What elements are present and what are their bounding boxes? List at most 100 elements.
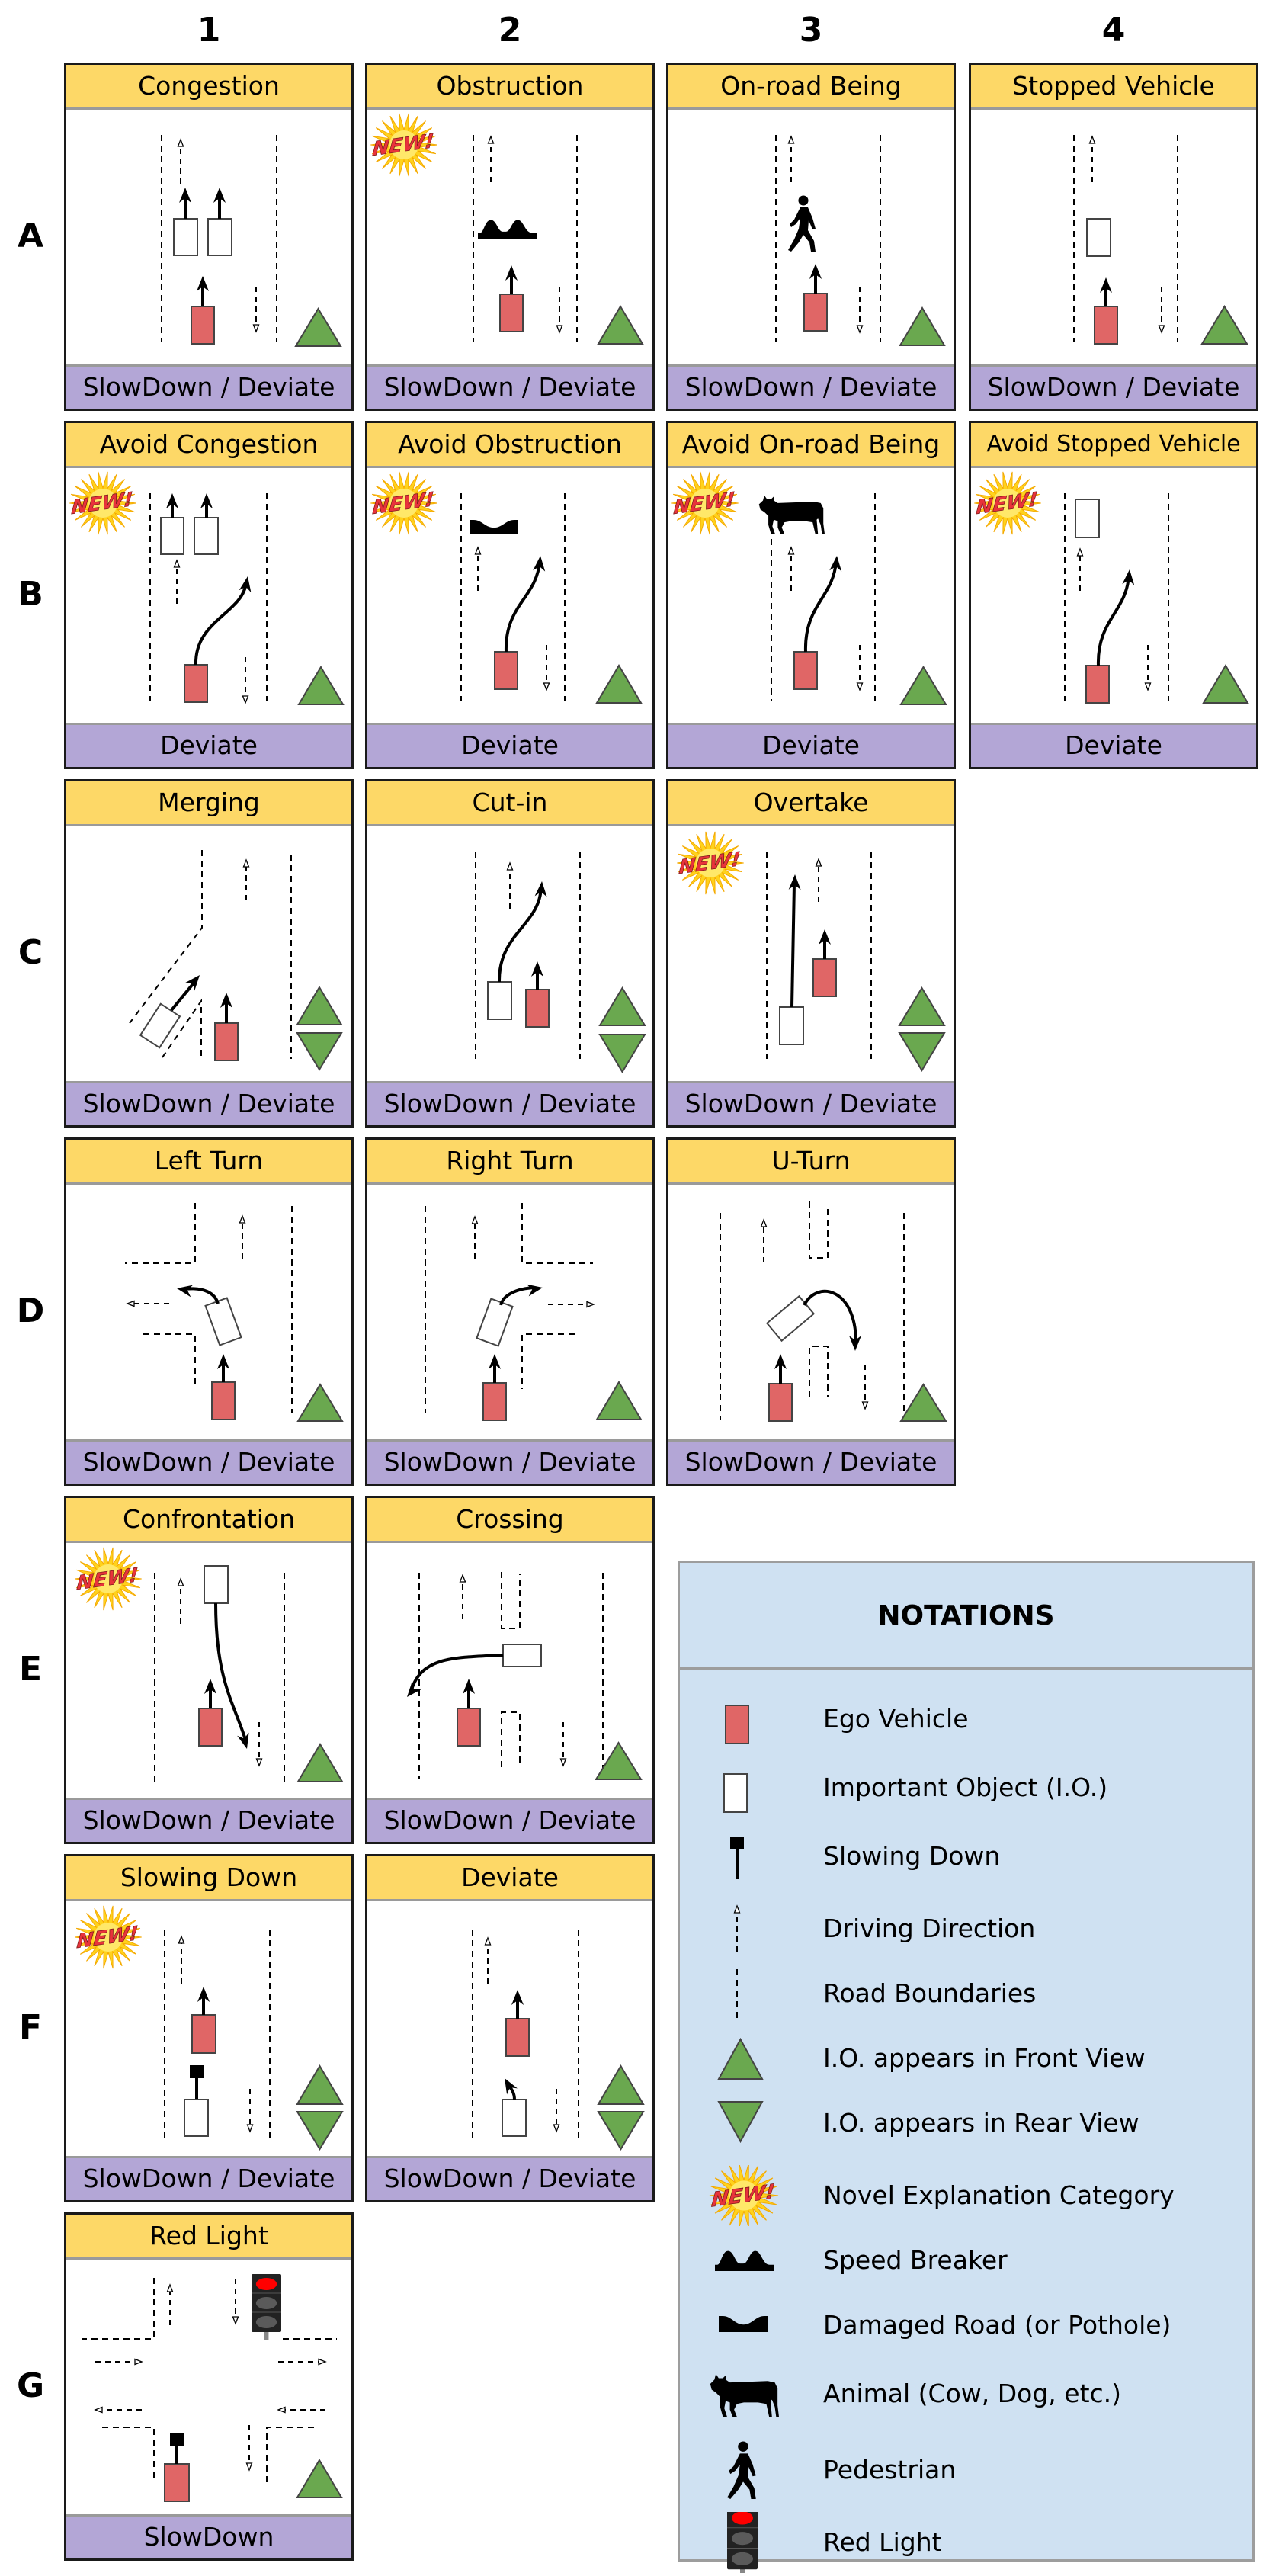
driving-direction-arrowhead <box>733 1904 741 1914</box>
icon-elements <box>727 2441 756 2499</box>
driving-direction-arrowhead <box>459 1574 466 1583</box>
new-badge-icon: NEW! <box>709 2163 779 2228</box>
road-boundary-icon-svg <box>736 1969 738 2019</box>
scenario-action: SlowDown / Deviate <box>367 1081 652 1125</box>
icon-elements <box>717 2101 764 2144</box>
amber-lamp <box>732 2532 753 2546</box>
front-view-triangle-icon <box>297 666 345 705</box>
ego-vehicle-icon <box>768 1383 793 1422</box>
notation-label: Important Object (I.O.) <box>823 1772 1108 1802</box>
scenario-diagram: NEW! <box>66 1543 351 1800</box>
scenario-diagram-svg <box>1073 135 1248 345</box>
scenario-diagram <box>668 1185 954 1442</box>
scenario-card-c2: Cut-in SlowDown / Deviate <box>365 779 655 1128</box>
slowing-down-icon <box>190 2065 204 2078</box>
slowing-down-icon <box>170 2433 184 2446</box>
road-boundary <box>125 1203 196 1264</box>
rear-view-triangle-icon <box>597 2111 645 2151</box>
front-view-triangle-icon <box>899 1383 947 1422</box>
driving-direction-arrowhead <box>232 2316 239 2325</box>
diagram-elements: NEW! <box>974 471 1249 704</box>
diagram-elements <box>1073 135 1248 345</box>
notation-item-speed-breaker: Speed Breaker <box>680 2230 1252 2291</box>
road-boundary <box>521 1203 593 1264</box>
scenario-diagram-svg: NEW! <box>75 1905 344 2151</box>
front-view-triangle-icon <box>695 2028 779 2089</box>
scenario-action: SlowDown / Deviate <box>367 364 652 409</box>
diagram-elements <box>720 1201 947 1422</box>
notation-item-important-object: Important Object (I.O.) <box>680 1757 1252 1818</box>
notation-item-road-boundary: Road Boundaries <box>680 1963 1252 2024</box>
ego-vehicle-icon <box>457 1708 481 1747</box>
red-light-icon <box>727 2507 758 2576</box>
notations-title: NOTATIONS <box>680 1563 1252 1670</box>
notation-item-slowing-down: Slowing Down <box>680 1826 1252 1887</box>
scenario-action: SlowDown / Deviate <box>66 364 351 409</box>
diagram-elements: NEW! <box>75 1547 344 1782</box>
notation-item-front-view-triangle: I.O. appears in Front View <box>680 2028 1252 2089</box>
driving-direction-arrowhead <box>255 1758 263 1767</box>
ego-vehicle-icon <box>164 2463 190 2502</box>
scenario-diagram-svg <box>125 1203 344 1422</box>
diagram-elements <box>129 850 343 1071</box>
driving-direction-arrowhead <box>134 2358 143 2366</box>
important-object-icon <box>184 2099 209 2137</box>
icon-elements <box>730 1837 744 1879</box>
slowing-down-icon <box>695 1826 779 1887</box>
scenario-title: Left Turn <box>66 1140 351 1185</box>
scenario-diagram-svg <box>161 135 342 347</box>
front-view-triangle-icon <box>899 306 946 346</box>
important-object-icon <box>204 1297 242 1346</box>
front-view-triangle-icon <box>595 664 643 704</box>
driving-direction-arrowhead <box>856 325 864 334</box>
notation-label: I.O. appears in Rear View <box>823 2108 1139 2138</box>
scenario-diagram: NEW! <box>367 468 652 725</box>
rear-view-triangle-icon <box>296 1032 343 1071</box>
scenario-action: SlowDown / Deviate <box>668 1081 954 1125</box>
front-view-triangle-icon <box>296 1383 344 1422</box>
notation-label: Animal (Cow, Dog, etc.) <box>823 2379 1122 2408</box>
scenario-diagram <box>66 110 351 367</box>
scenario-title: Right Turn <box>367 1140 652 1185</box>
driving-direction-arrowhead <box>553 2124 560 2133</box>
driving-direction-arrowhead <box>787 135 795 144</box>
driving-direction-arrowhead <box>484 1936 492 1946</box>
red-light-icon-svg <box>727 2507 758 2576</box>
scenario-title: Overtake <box>668 781 954 826</box>
front-view-triangle-icon <box>1200 305 1248 345</box>
driving-direction-arrowhead <box>487 135 495 144</box>
ego-vehicle-icon <box>499 294 524 332</box>
new-badge-icon: NEW! <box>370 113 437 177</box>
important-object-icon <box>139 1002 181 1049</box>
ego-vehicle-icon <box>494 651 518 690</box>
driving-direction-arrowhead <box>471 1215 479 1224</box>
rear-view-triangle-icon <box>898 1032 946 1072</box>
front-view-triangle-icon <box>296 986 343 1025</box>
front-view-triangle-icon <box>597 305 644 345</box>
important-object-icon <box>695 1757 779 1818</box>
driving-direction-arrowhead <box>1076 547 1084 557</box>
scenario-diagram: NEW! <box>367 110 652 367</box>
scenario-action: Deviate <box>66 723 351 767</box>
notation-label: Ego Vehicle <box>823 1704 969 1734</box>
icon-elements: NEW! <box>709 2163 779 2228</box>
motion-arrow <box>803 561 838 653</box>
ego-vehicle-icon <box>198 1708 223 1747</box>
animal-icon-svg <box>710 2373 779 2417</box>
notation-item-pedestrian: Pedestrian <box>680 2440 1252 2501</box>
damaged-road-icon <box>719 2316 768 2332</box>
scenario-action: SlowDown / Deviate <box>367 1798 652 1842</box>
scenario-action: SlowDown / Deviate <box>66 2156 351 2200</box>
notations-panel: NOTATIONS Ego Vehicle Important Object (I.… <box>678 1561 1255 2576</box>
scenario-card-a3: On-road Being SlowDown / Deviate <box>666 63 956 411</box>
new-badge-icon: NEW! <box>671 471 739 535</box>
driving-direction-arrowhead <box>239 1214 246 1224</box>
motion-arrow <box>1096 575 1130 666</box>
road-boundary <box>501 1711 521 1767</box>
driving-direction-arrowhead <box>177 1577 184 1586</box>
speed-breaker-icon <box>478 220 537 239</box>
scenario-title: Obstruction <box>367 65 652 110</box>
front-view-triangle-icon <box>597 2064 645 2105</box>
diagram-elements <box>472 1930 645 2151</box>
driving-direction-arrowhead <box>506 861 514 871</box>
